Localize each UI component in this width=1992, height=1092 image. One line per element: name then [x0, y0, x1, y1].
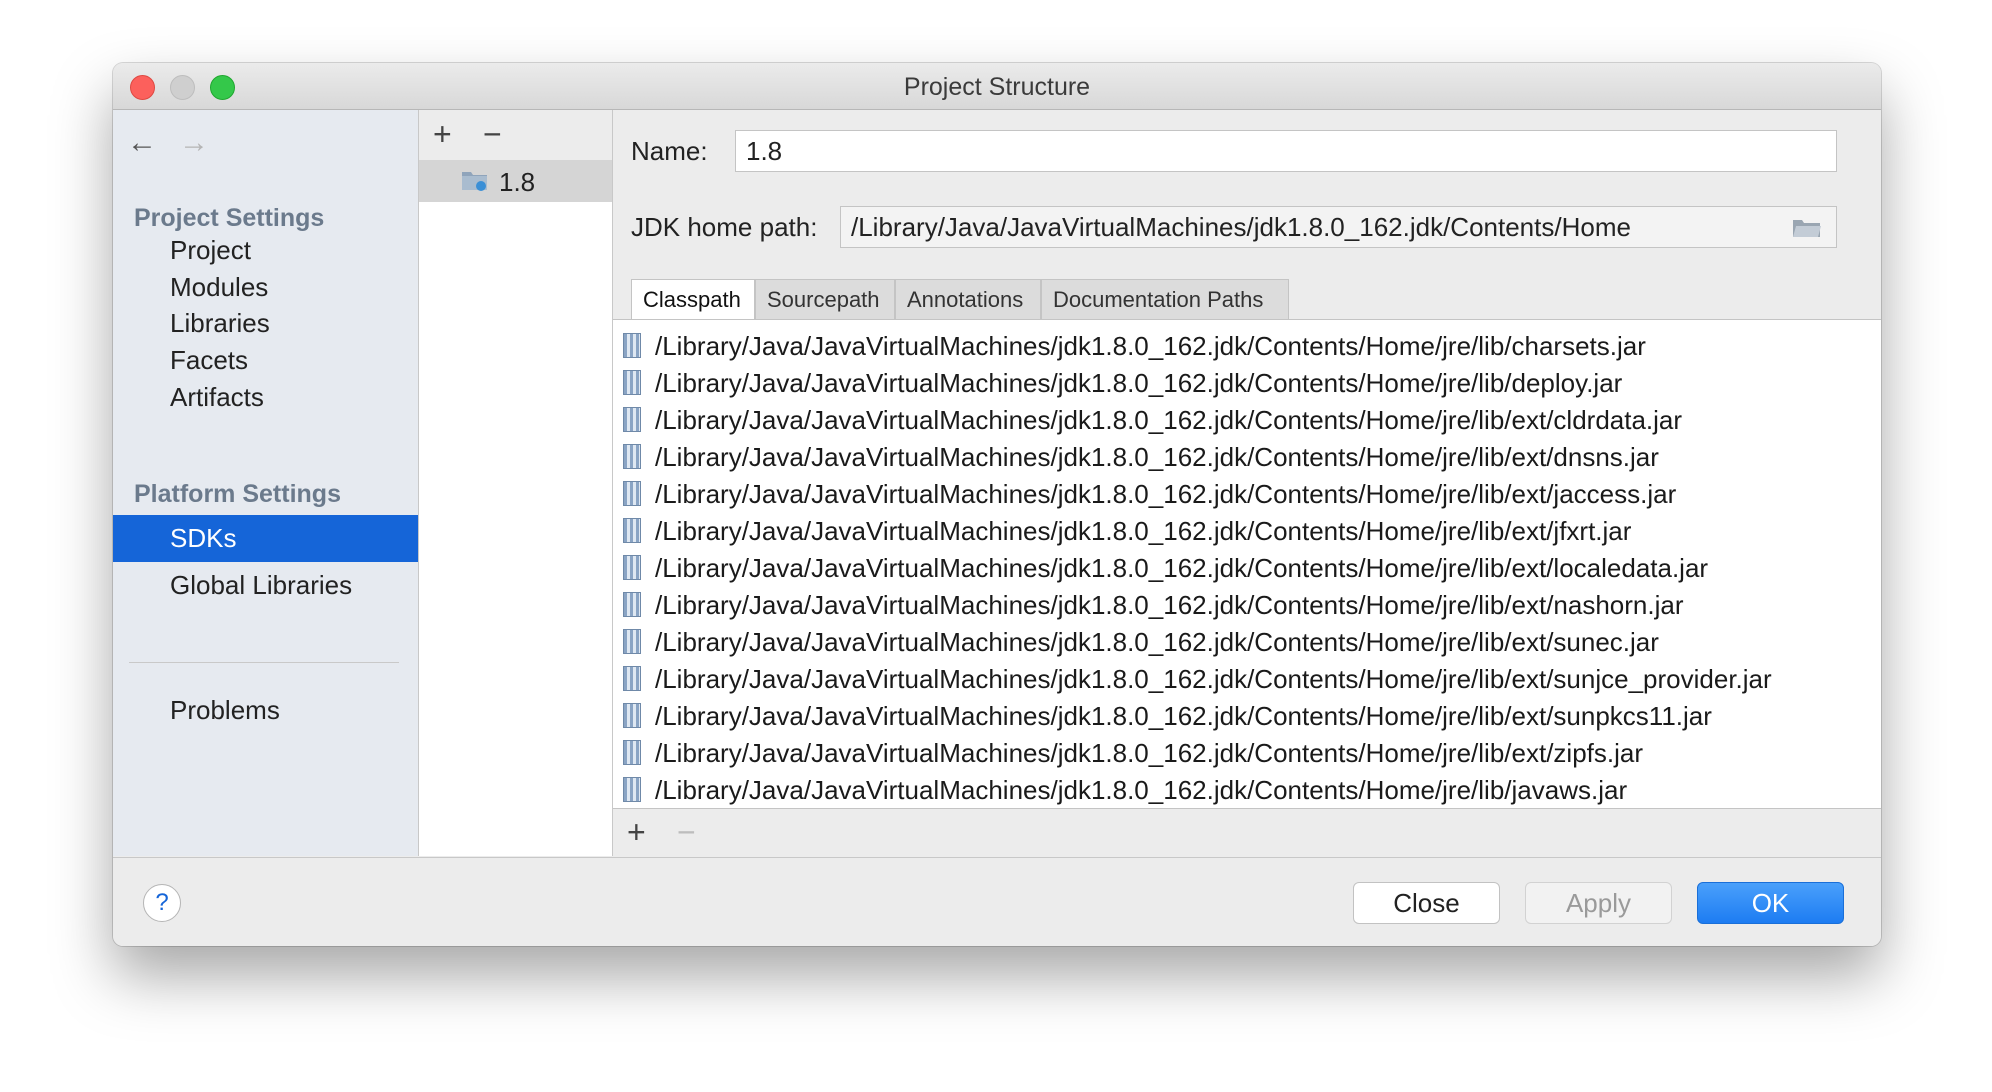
- classpath-row[interactable]: /Library/Java/JavaVirtualMachines/jdk1.8…: [613, 548, 1881, 585]
- jar-file-icon: [623, 629, 641, 654]
- title-bar: Project Structure: [113, 63, 1881, 110]
- jar-file-icon: [623, 666, 641, 691]
- dialog-footer: ? Close Apply OK: [113, 857, 1881, 946]
- sdk-list-item[interactable]: 1.8: [419, 160, 612, 202]
- sidebar-item-sdks[interactable]: SDKs: [113, 515, 418, 562]
- add-classpath-icon[interactable]: +: [627, 816, 646, 848]
- classpath-row[interactable]: /Library/Java/JavaVirtualMachines/jdk1.8…: [613, 437, 1881, 474]
- classpath-entry-text: /Library/Java/JavaVirtualMachines/jdk1.8…: [655, 775, 1628, 805]
- tab-classpath[interactable]: Classpath: [631, 279, 755, 320]
- classpath-row[interactable]: /Library/Java/JavaVirtualMachines/jdk1.8…: [613, 770, 1881, 807]
- jar-file-icon: [623, 481, 641, 506]
- classpath-entry-text: /Library/Java/JavaVirtualMachines/jdk1.8…: [655, 590, 1684, 620]
- classpath-list[interactable]: /Library/Java/JavaVirtualMachines/jdk1.8…: [613, 319, 1881, 809]
- settings-sidebar: ← → Project Settings Project Modules Lib…: [113, 110, 419, 856]
- sdk-toolbar: + −: [419, 110, 612, 160]
- add-sdk-icon[interactable]: +: [433, 118, 452, 150]
- back-arrow-icon[interactable]: ←: [127, 126, 157, 160]
- remove-sdk-icon[interactable]: −: [483, 118, 502, 150]
- classpath-entry-text: /Library/Java/JavaVirtualMachines/jdk1.8…: [655, 664, 1772, 694]
- apply-button[interactable]: Apply: [1525, 882, 1672, 924]
- sidebar-item-global-libraries[interactable]: Global Libraries: [113, 562, 418, 609]
- remove-classpath-icon[interactable]: −: [677, 816, 696, 848]
- jdk-home-path-field[interactable]: /Library/Java/JavaVirtualMachines/jdk1.8…: [840, 206, 1837, 248]
- tab-annotations[interactable]: Annotations: [895, 279, 1041, 319]
- name-label: Name:: [631, 136, 708, 166]
- window-title: Project Structure: [903, 73, 1091, 101]
- classpath-entry-text: /Library/Java/JavaVirtualMachines/jdk1.8…: [655, 738, 1643, 768]
- classpath-entry-text: /Library/Java/JavaVirtualMachines/jdk1.8…: [655, 627, 1659, 657]
- sidebar-divider: [129, 662, 399, 663]
- jar-file-icon: [623, 777, 641, 802]
- browse-folder-icon[interactable]: [1792, 218, 1822, 238]
- sidebar-item-problems[interactable]: Problems: [113, 687, 418, 734]
- tab-documentation-paths[interactable]: Documentation Paths: [1041, 279, 1289, 319]
- classpath-entry-text: /Library/Java/JavaVirtualMachines/jdk1.8…: [655, 553, 1709, 583]
- classpath-toolbar: + −: [613, 807, 1881, 856]
- ok-button[interactable]: OK: [1697, 882, 1844, 924]
- classpath-entry-text: /Library/Java/JavaVirtualMachines/jdk1.8…: [655, 479, 1677, 509]
- sdk-details-panel: Name: 1.8 JDK home path: /Library/Java/J…: [613, 110, 1881, 856]
- jar-file-icon: [623, 407, 641, 432]
- sdk-list-panel: + − 1.8: [419, 110, 613, 856]
- help-icon[interactable]: ?: [143, 884, 181, 922]
- jar-file-icon: [623, 592, 641, 617]
- classpath-row[interactable]: /Library/Java/JavaVirtualMachines/jdk1.8…: [613, 326, 1881, 363]
- classpath-row[interactable]: /Library/Java/JavaVirtualMachines/jdk1.8…: [613, 585, 1881, 622]
- classpath-row[interactable]: /Library/Java/JavaVirtualMachines/jdk1.8…: [613, 696, 1881, 733]
- jar-file-icon: [623, 518, 641, 543]
- jar-file-icon: [623, 555, 641, 580]
- classpath-entry-text: /Library/Java/JavaVirtualMachines/jdk1.8…: [655, 331, 1646, 361]
- jar-file-icon: [623, 740, 641, 765]
- close-button[interactable]: Close: [1353, 882, 1500, 924]
- classpath-entry-text: /Library/Java/JavaVirtualMachines/jdk1.8…: [655, 701, 1712, 731]
- name-field[interactable]: 1.8: [735, 130, 1837, 172]
- jar-file-icon: [623, 333, 641, 358]
- jar-file-icon: [623, 703, 641, 728]
- classpath-row[interactable]: /Library/Java/JavaVirtualMachines/jdk1.8…: [613, 474, 1881, 511]
- project-structure-window: Project Structure ← → Project Settings P…: [113, 63, 1881, 946]
- platform-settings-heading: Platform Settings: [134, 480, 341, 508]
- classpath-row[interactable]: /Library/Java/JavaVirtualMachines/jdk1.8…: [613, 363, 1881, 400]
- jar-file-icon: [623, 444, 641, 469]
- classpath-entry-text: /Library/Java/JavaVirtualMachines/jdk1.8…: [655, 516, 1632, 546]
- jdk-folder-icon: [462, 172, 487, 191]
- classpath-row[interactable]: /Library/Java/JavaVirtualMachines/jdk1.8…: [613, 400, 1881, 437]
- forward-arrow-icon[interactable]: →: [179, 126, 209, 160]
- sdk-name-label: 1.8: [499, 167, 536, 197]
- classpath-entry-text: /Library/Java/JavaVirtualMachines/jdk1.8…: [655, 368, 1623, 398]
- jdk-home-path-label: JDK home path:: [631, 212, 818, 242]
- tab-sourcepath[interactable]: Sourcepath: [755, 279, 895, 319]
- jdk-home-path-value: /Library/Java/JavaVirtualMachines/jdk1.8…: [851, 212, 1631, 242]
- classpath-row[interactable]: /Library/Java/JavaVirtualMachines/jdk1.8…: [613, 511, 1881, 548]
- classpath-row[interactable]: /Library/Java/JavaVirtualMachines/jdk1.8…: [613, 622, 1881, 659]
- classpath-entry-text: /Library/Java/JavaVirtualMachines/jdk1.8…: [655, 405, 1683, 435]
- classpath-row[interactable]: /Library/Java/JavaVirtualMachines/jdk1.8…: [613, 733, 1881, 770]
- classpath-entry-text: /Library/Java/JavaVirtualMachines/jdk1.8…: [655, 442, 1659, 472]
- classpath-row[interactable]: /Library/Java/JavaVirtualMachines/jdk1.8…: [613, 659, 1881, 696]
- sidebar-item-artifacts[interactable]: Artifacts: [113, 374, 418, 421]
- jar-file-icon: [623, 370, 641, 395]
